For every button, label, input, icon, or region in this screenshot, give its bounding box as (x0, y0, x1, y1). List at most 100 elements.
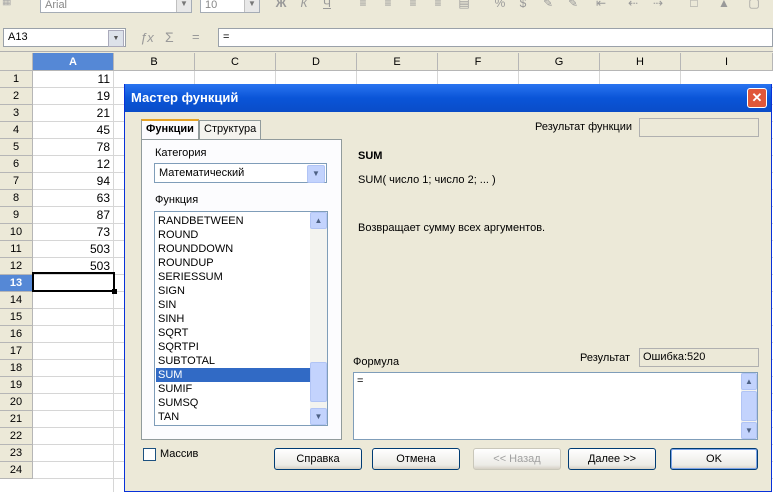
row-header-6[interactable]: 6 (0, 156, 33, 173)
cell-a5[interactable]: 78 (33, 139, 113, 156)
cell-a9[interactable]: 87 (33, 207, 113, 224)
row-header-4[interactable]: 4 (0, 122, 33, 139)
cell-cursor[interactable] (32, 272, 117, 294)
row-header-15[interactable]: 15 (0, 309, 33, 326)
merge-icon[interactable]: ▤ (456, 0, 472, 10)
cell-a2[interactable]: 19 (33, 88, 113, 105)
formula-input[interactable]: = (218, 28, 773, 47)
scrollbar-thumb[interactable] (741, 391, 757, 421)
chevron-down-icon[interactable]: ▼ (176, 0, 191, 12)
row-header-12[interactable]: 12 (0, 258, 33, 275)
function-item-rounddown[interactable]: ROUNDDOWN (156, 242, 313, 256)
row-header-16[interactable]: 16 (0, 326, 33, 343)
decimal-remove-icon[interactable]: ✎ (565, 0, 581, 10)
row-header-21[interactable]: 21 (0, 411, 33, 428)
percent-icon[interactable]: % (492, 0, 508, 10)
help-button[interactable]: Справка (274, 448, 362, 470)
align-center-icon[interactable]: ≡ (380, 0, 396, 10)
function-item-sum[interactable]: SUM (156, 368, 313, 382)
back-button[interactable]: << Назад (473, 448, 561, 470)
currency-icon[interactable]: $ (515, 0, 531, 10)
function-item-subtotal[interactable]: SUBTOTAL (156, 354, 313, 368)
cell-a7[interactable]: 94 (33, 173, 113, 190)
row-header-14[interactable]: 14 (0, 292, 33, 309)
name-box[interactable]: A13 ▼ (3, 28, 126, 47)
cell-a10[interactable]: 73 (33, 224, 113, 241)
fill-color-icon[interactable]: □ (686, 0, 702, 10)
next-button[interactable]: Далее >> (568, 448, 656, 470)
function-item-sqrt[interactable]: SQRT (156, 326, 313, 340)
function-item-sin[interactable]: SIN (156, 298, 313, 312)
cell-a11[interactable]: 503 (33, 241, 113, 258)
row-header-1[interactable]: 1 (0, 71, 33, 88)
tab-functions[interactable]: Функции (141, 119, 199, 139)
scroll-up-icon[interactable]: ▲ (741, 373, 757, 390)
align-left-icon[interactable]: ≡ (355, 0, 371, 10)
indent-increase-icon[interactable]: ⇠ (625, 0, 641, 10)
row-header-17[interactable]: 17 (0, 343, 33, 360)
function-item-tan[interactable]: TAN (156, 410, 313, 424)
decimal-add-icon[interactable]: ✎ (540, 0, 556, 10)
select-all-corner[interactable] (0, 53, 33, 71)
row-header-18[interactable]: 18 (0, 360, 33, 377)
row-header-10[interactable]: 10 (0, 224, 33, 241)
scrollbar-thumb[interactable] (310, 362, 327, 402)
justify-icon[interactable]: ≡ (430, 0, 446, 10)
chevron-down-icon[interactable]: ▼ (307, 165, 325, 183)
cell-a3[interactable]: 21 (33, 105, 113, 122)
column-header-h[interactable]: H (600, 53, 681, 71)
font-name-combobox[interactable]: Arial ▼ (40, 0, 192, 13)
column-header-a[interactable]: A (33, 53, 114, 71)
row-header-2[interactable]: 2 (0, 88, 33, 105)
column-header-g[interactable]: G (519, 53, 600, 71)
function-item-sign[interactable]: SIGN (156, 284, 313, 298)
function-item-roundup[interactable]: ROUNDUP (156, 256, 313, 270)
function-item-sqrtpi[interactable]: SQRTPI (156, 340, 313, 354)
cell-a1[interactable]: 11 (33, 71, 113, 88)
row-header-3[interactable]: 3 (0, 105, 33, 122)
scroll-down-icon[interactable]: ▼ (741, 422, 757, 439)
ok-button[interactable]: OK (670, 448, 758, 470)
row-header-19[interactable]: 19 (0, 377, 33, 394)
column-header-f[interactable]: F (438, 53, 519, 71)
font-size-combobox[interactable]: 10 ▼ (200, 0, 260, 13)
font-color-icon[interactable]: ▲ (716, 0, 732, 10)
formula-textarea[interactable]: = ▲ ▼ (353, 372, 758, 440)
column-header-e[interactable]: E (357, 53, 438, 71)
borders-icon[interactable]: ⇢ (650, 0, 666, 10)
row-header-22[interactable]: 22 (0, 428, 33, 445)
tab-structure[interactable]: Структура (199, 120, 262, 139)
category-select[interactable]: Математический ▼ (154, 163, 327, 183)
indent-decrease-icon[interactable]: ⇤ (593, 0, 609, 10)
cell-a6[interactable]: 12 (33, 156, 113, 173)
row-header-23[interactable]: 23 (0, 445, 33, 462)
sum-icon[interactable]: Σ (165, 29, 174, 45)
align-right-icon[interactable]: ≡ (405, 0, 421, 10)
row-header-9[interactable]: 9 (0, 207, 33, 224)
function-item-sumif[interactable]: SUMIF (156, 382, 313, 396)
cell-a8[interactable]: 63 (33, 190, 113, 207)
function-item-seriessum[interactable]: SERIESSUM (156, 270, 313, 284)
row-header-8[interactable]: 8 (0, 190, 33, 207)
italic-icon[interactable]: К (296, 0, 312, 10)
array-checkbox[interactable] (143, 448, 156, 461)
row-header-24[interactable]: 24 (0, 462, 33, 479)
chevron-down-icon[interactable]: ▼ (244, 0, 259, 12)
column-header-b[interactable]: B (114, 53, 195, 71)
column-header-d[interactable]: D (276, 53, 357, 71)
function-list-scrollbar[interactable]: ▲ ▼ (310, 212, 327, 425)
row-header-7[interactable]: 7 (0, 173, 33, 190)
function-wizard-icon[interactable]: ƒx (140, 30, 154, 45)
row-header-20[interactable]: 20 (0, 394, 33, 411)
row-header-13[interactable]: 13 (0, 275, 33, 292)
function-list[interactable]: RANDBETWEEN ROUND ROUNDDOWN ROUNDUP SERIESSU… (154, 211, 328, 426)
function-item-randbetween[interactable]: RANDBETWEEN (156, 214, 313, 228)
close-button[interactable]: ✕ (747, 88, 767, 108)
underline-icon[interactable]: Ч (319, 0, 335, 10)
cancel-button[interactable]: Отмена (372, 448, 460, 470)
row-header-11[interactable]: 11 (0, 241, 33, 258)
more-icon[interactable]: ▢ (746, 0, 762, 10)
row-header-5[interactable]: 5 (0, 139, 33, 156)
column-header-c[interactable]: C (195, 53, 276, 71)
function-item-sinh[interactable]: SINH (156, 312, 313, 326)
